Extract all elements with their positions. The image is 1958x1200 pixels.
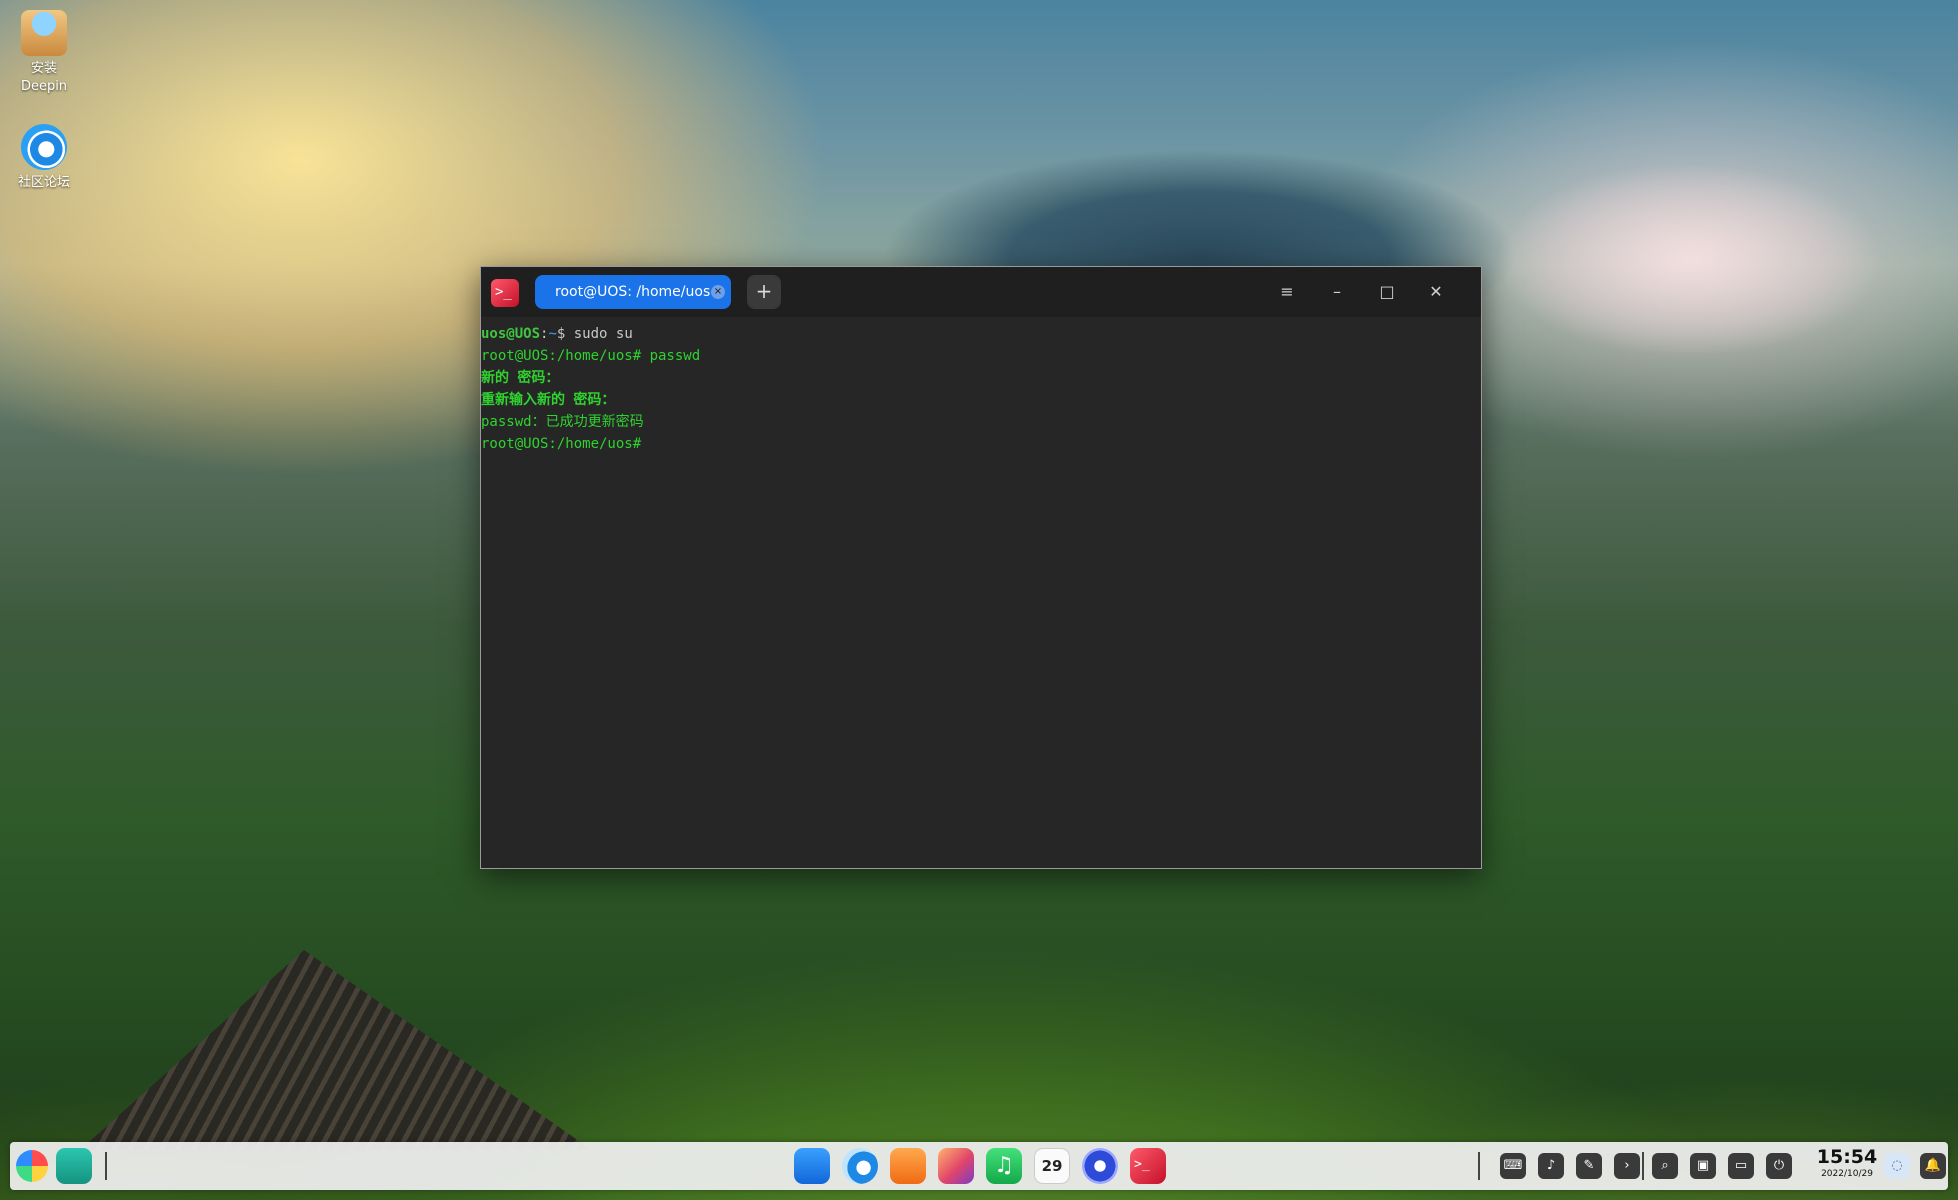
- calendar-icon[interactable]: 29: [1034, 1148, 1070, 1184]
- clock-time: 15:54: [1816, 1146, 1878, 1168]
- menu-icon[interactable]: ≡: [1273, 279, 1301, 305]
- deepin-forum-icon: [21, 124, 67, 170]
- terminal-app-icon[interactable]: >_: [491, 279, 519, 307]
- control-center-icon[interactable]: [1082, 1148, 1118, 1184]
- command-text: sudo su: [573, 326, 633, 342]
- tab-close-icon[interactable]: ×: [711, 285, 725, 299]
- terminal-icon[interactable]: >_: [1130, 1148, 1166, 1184]
- installer-icon: [21, 10, 67, 56]
- terminal-screen[interactable]: uos@UOS:~$ sudo su root@UOS:/home/uos# p…: [481, 317, 1481, 455]
- clock[interactable]: 15:54 2022/10/29: [1807, 1146, 1887, 1180]
- minimize-icon[interactable]: –: [1323, 279, 1351, 305]
- terminal-window[interactable]: >_ root@UOS: /home/uos × + ≡ – □ ✕ uos@U…: [480, 266, 1482, 869]
- music-icon[interactable]: ♫: [986, 1148, 1022, 1184]
- dock-separator: [1478, 1152, 1480, 1180]
- power-icon[interactable]: ⏻: [1766, 1153, 1792, 1179]
- prompt-symbol: $: [556, 326, 574, 342]
- close-icon[interactable]: ✕: [1422, 279, 1450, 305]
- notification-bell-icon[interactable]: 🔔: [1920, 1153, 1946, 1179]
- dock-separator: [1642, 1152, 1644, 1180]
- desktop-icon-forum[interactable]: 社区论坛: [4, 124, 84, 192]
- prompt-user: uos@UOS: [481, 326, 541, 342]
- terminal-titlebar[interactable]: >_ root@UOS: /home/uos × + ≡ – □ ✕: [481, 267, 1481, 317]
- file-manager-icon[interactable]: [794, 1148, 830, 1184]
- terminal-line: passwd：已成功更新密码: [481, 414, 644, 430]
- search-icon[interactable]: ⌕: [1652, 1153, 1678, 1179]
- desktop-icon-label: Deepin: [20, 79, 68, 94]
- screenshot-icon[interactable]: ▣: [1690, 1153, 1716, 1179]
- desktop-icon-installer[interactable]: 安装 Deepin: [4, 10, 84, 96]
- tab-label: root@UOS: /home/uos: [555, 284, 711, 300]
- terminal-line: root@UOS:/home/uos# passwd: [481, 345, 1481, 367]
- wallpaper-cloud: [1450, 130, 1930, 390]
- pen-icon[interactable]: ✎: [1576, 1153, 1602, 1179]
- command-text: passwd: [649, 348, 701, 364]
- tray-app-icon[interactable]: ◌: [1884, 1153, 1910, 1179]
- desktop-icon-label: 安装: [30, 61, 57, 76]
- dock-separator: [105, 1152, 107, 1180]
- clock-date: 2022/10/29: [1821, 1169, 1873, 1179]
- terminal-line: root@UOS:/home/uos#: [481, 436, 642, 452]
- taskbar-dock: ♫ 29 >_ ⌨ ♪ ✎ › ⌕ ▣ ▭ ⏻ 15:54 2022/10/29…: [10, 1142, 1948, 1190]
- expand-arrow-icon[interactable]: ›: [1614, 1153, 1640, 1179]
- multitasking-icon[interactable]: [56, 1148, 92, 1184]
- new-tab-button[interactable]: +: [747, 275, 781, 309]
- tab-terminal-session[interactable]: root@UOS: /home/uos ×: [535, 275, 731, 309]
- volume-icon[interactable]: ♪: [1538, 1153, 1564, 1179]
- desktop-icon-label: 社区论坛: [17, 175, 70, 190]
- launcher-icon[interactable]: [16, 1150, 48, 1182]
- root-prompt: root@UOS:/home/uos#: [481, 348, 650, 364]
- photos-icon[interactable]: [938, 1148, 974, 1184]
- app-store-icon[interactable]: [890, 1148, 926, 1184]
- maximize-icon[interactable]: □: [1373, 279, 1401, 305]
- keyboard-icon[interactable]: ⌨: [1500, 1153, 1526, 1179]
- terminal-line: 新的 密码：: [481, 370, 560, 386]
- browser-icon[interactable]: [842, 1148, 878, 1184]
- prompt-path: ~: [548, 326, 557, 342]
- display-icon[interactable]: ▭: [1728, 1153, 1754, 1179]
- terminal-line: uos@UOS:~$ sudo su: [481, 323, 1481, 345]
- terminal-line: 重新输入新的 密码：: [481, 392, 616, 408]
